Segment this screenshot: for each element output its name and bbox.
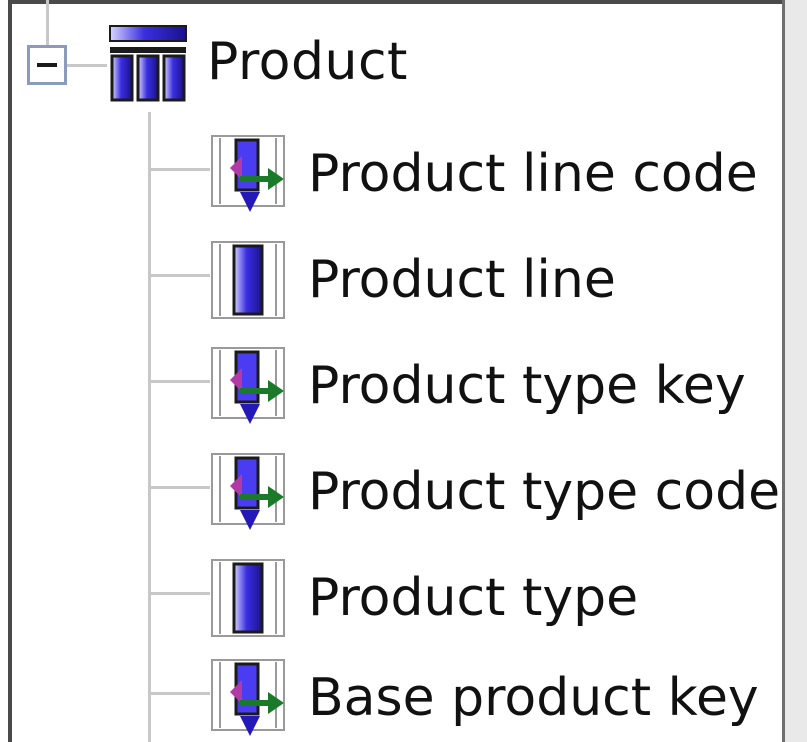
tree-item-product-type-code[interactable]: Product type code	[150, 436, 780, 536]
node-label-product[interactable]: Product	[207, 36, 408, 88]
tree-item-label: Product type code	[308, 462, 781, 522]
dimension-icon	[108, 24, 188, 102]
tree-item-label: Product line	[308, 250, 616, 310]
panel-left-border	[0, 0, 12, 742]
tree-item-label: Base product key	[308, 668, 759, 728]
vertical-scrollbar[interactable]	[782, 0, 807, 742]
tree-connector	[150, 692, 210, 695]
collapse-toggle[interactable]	[27, 45, 67, 85]
key-attribute-icon	[210, 452, 286, 532]
tree-connector	[150, 486, 210, 489]
key-attribute-icon	[210, 346, 286, 426]
attribute-icon	[210, 240, 286, 320]
tree-item-label: Product type key	[308, 356, 746, 416]
panel-top-border	[8, 0, 790, 4]
key-attribute-icon	[210, 134, 286, 214]
tree-item-product-type-key[interactable]: Product type key	[150, 330, 780, 430]
key-attribute-icon	[210, 658, 286, 738]
tree-panel: Product Product line code Product line P…	[0, 0, 807, 742]
tree-item-base-product-key[interactable]: Base product key	[150, 642, 780, 742]
tree-item-product-type[interactable]: Product type	[150, 542, 780, 642]
tree-connector	[150, 274, 210, 277]
tree-line-root	[46, 0, 49, 45]
attribute-icon	[210, 558, 286, 638]
tree-connector	[150, 380, 210, 383]
tree-item-product-line[interactable]: Product line	[150, 224, 780, 324]
tree-connector	[150, 592, 210, 595]
tree-connector	[150, 168, 210, 171]
tree-line-root-horizontal	[67, 64, 107, 67]
tree-item-product-line-code[interactable]: Product line code	[150, 118, 780, 218]
tree-item-label: Product type	[308, 568, 639, 628]
tree-item-label: Product line code	[308, 144, 758, 204]
